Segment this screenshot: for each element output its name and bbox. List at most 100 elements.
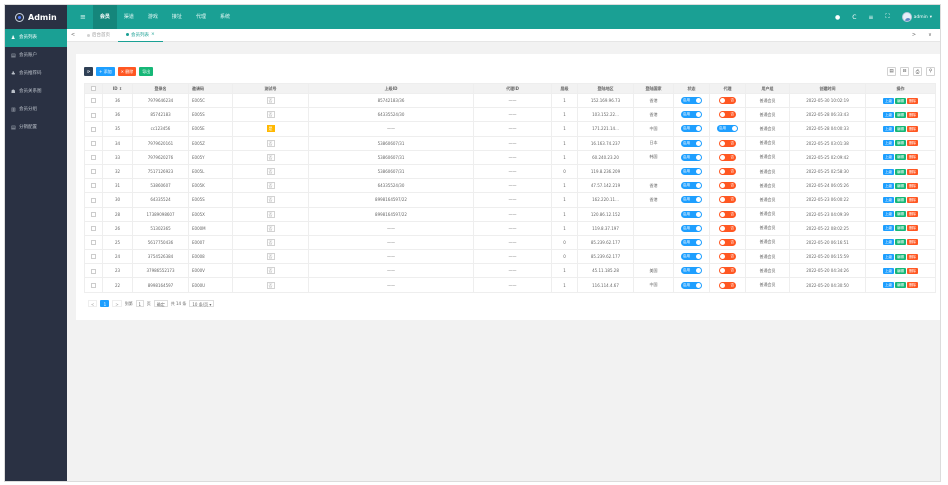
parent-button[interactable]: 上级 — [883, 97, 894, 104]
parent-button[interactable]: 上级 — [883, 168, 894, 175]
delete-button[interactable]: ✕ 删除 — [117, 67, 137, 76]
status-switch[interactable]: 启用 — [681, 139, 702, 147]
test-checkbox[interactable]: 否 — [266, 153, 275, 161]
cell-test[interactable]: 否 — [232, 249, 309, 265]
search-icon[interactable]: ⚲ — [926, 67, 935, 76]
edit-button[interactable]: 编辑 — [895, 253, 906, 260]
row-checkbox[interactable] — [84, 121, 103, 137]
sidebar-item-distribution[interactable]: ▤ 分销配置 — [5, 119, 67, 137]
print-icon[interactable]: ⎙ — [913, 67, 922, 76]
row-checkbox[interactable] — [84, 277, 103, 293]
row-checkbox[interactable] — [84, 107, 103, 123]
proxy-switch[interactable]: 否 — [719, 139, 736, 147]
cell-test[interactable]: 否 — [232, 149, 309, 165]
status-switch[interactable]: 启用 — [681, 267, 702, 275]
parent-button[interactable]: 上级 — [883, 239, 894, 246]
tabs-right-arrow-icon[interactable]: > — [908, 32, 920, 38]
tabs-left-arrow-icon[interactable]: < — [67, 32, 79, 38]
delete-row-button[interactable]: 删除 — [907, 125, 918, 132]
status-switch[interactable]: 启用 — [681, 153, 702, 161]
test-checkbox[interactable]: 否 — [266, 210, 275, 218]
cell-test[interactable]: 否 — [232, 163, 309, 180]
delete-row-button[interactable]: 删除 — [907, 253, 918, 260]
proxy-switch[interactable]: 否 — [719, 253, 736, 261]
edit-button[interactable]: 编辑 — [895, 182, 906, 189]
edit-button[interactable]: 编辑 — [895, 239, 906, 246]
row-checkbox[interactable] — [84, 192, 103, 208]
parent-button[interactable]: 上级 — [883, 282, 894, 289]
prev-page-button[interactable]: < — [88, 300, 98, 307]
proxy-switch[interactable]: 否 — [719, 168, 736, 176]
proxy-switch[interactable]: 否 — [719, 153, 736, 161]
select-all-checkbox[interactable] — [84, 83, 103, 94]
row-checkbox[interactable] — [84, 163, 103, 180]
sidebar-item-member-group[interactable]: ▥ 会员分组 — [5, 101, 67, 119]
page-size-select[interactable]: 10 条/页 ▾ — [189, 300, 215, 307]
delete-row-button[interactable]: 删除 — [907, 140, 918, 147]
test-checkbox[interactable]: 否 — [266, 281, 275, 289]
proxy-switch[interactable]: 否 — [719, 97, 736, 105]
delete-row-button[interactable]: 删除 — [907, 97, 918, 104]
proxy-switch[interactable]: 否 — [719, 111, 736, 119]
delete-row-button[interactable]: 删除 — [907, 154, 918, 161]
test-checkbox[interactable]: 否 — [266, 224, 275, 232]
status-switch[interactable]: 启用 — [681, 196, 702, 204]
parent-button[interactable]: 上级 — [883, 225, 894, 232]
list-icon[interactable]: ≡ — [868, 14, 873, 21]
tabs-menu-chevron-icon[interactable]: ∨ — [924, 32, 936, 38]
delete-row-button[interactable]: 删除 — [907, 239, 918, 246]
topnav-item-system[interactable]: 系统 — [213, 5, 237, 29]
proxy-switch[interactable]: 否 — [719, 196, 736, 204]
row-checkbox[interactable] — [84, 149, 103, 165]
tab-close-icon[interactable]: × — [151, 32, 155, 37]
cell-test[interactable]: 是 — [232, 121, 309, 137]
menu-toggle-icon[interactable]: ≡ — [73, 5, 93, 29]
edit-button[interactable]: 编辑 — [895, 125, 906, 132]
test-checkbox[interactable]: 否 — [266, 267, 275, 275]
export-button[interactable]: 导出 — [139, 67, 154, 76]
proxy-switch[interactable]: 否 — [719, 224, 736, 232]
goto-confirm-button[interactable]: 确定 — [153, 300, 168, 307]
parent-button[interactable]: 上级 — [883, 182, 894, 189]
tab-member-list[interactable]: 会员列表 × — [118, 29, 163, 42]
edit-button[interactable]: 编辑 — [895, 154, 906, 161]
edit-button[interactable]: 编辑 — [895, 196, 906, 203]
delete-row-button[interactable]: 删除 — [907, 282, 918, 289]
test-checkbox[interactable]: 否 — [266, 168, 275, 176]
parent-button[interactable]: 上级 — [883, 125, 894, 132]
topnav-item-agents[interactable]: 代理 — [189, 5, 213, 29]
status-switch[interactable]: 启用 — [681, 168, 702, 176]
test-checkbox[interactable]: 否 — [266, 111, 275, 119]
topnav-item-address[interactable]: 接址 — [165, 5, 189, 29]
topnav-item-members[interactable]: 会员 — [92, 5, 117, 29]
refresh-icon[interactable]: C — [852, 14, 856, 21]
edit-button[interactable]: 编辑 — [895, 168, 906, 175]
delete-row-button[interactable]: 删除 — [907, 225, 918, 232]
test-checkbox[interactable]: 否 — [266, 196, 275, 204]
proxy-switch[interactable]: 否 — [719, 238, 736, 246]
topnav-item-channels[interactable]: 渠道 — [117, 5, 141, 29]
cell-test[interactable]: 否 — [232, 135, 309, 151]
notification-icon[interactable]: ● — [835, 14, 840, 21]
goto-page-input[interactable]: 1 — [135, 300, 144, 307]
delete-row-button[interactable]: 删除 — [907, 168, 918, 175]
edit-button[interactable]: 编辑 — [895, 282, 906, 289]
sidebar-item-referral-code[interactable]: ♣ 会员推荐码 — [5, 65, 67, 83]
parent-button[interactable]: 上级 — [883, 196, 894, 203]
parent-button[interactable]: 上级 — [883, 267, 894, 274]
export-icon[interactable]: ⊟ — [900, 67, 909, 76]
status-switch[interactable]: 启用 — [681, 238, 702, 246]
tab-home[interactable]: 后台首页 — [79, 29, 118, 42]
test-checkbox[interactable]: 否 — [266, 97, 275, 105]
parent-button[interactable]: 上级 — [883, 253, 894, 260]
edit-button[interactable]: 编辑 — [895, 97, 906, 104]
proxy-switch[interactable]: 否 — [719, 182, 736, 190]
status-switch[interactable]: 启用 — [681, 224, 702, 232]
status-switch[interactable]: 启用 — [681, 253, 702, 261]
refresh-button[interactable]: ⟳ — [84, 67, 93, 76]
parent-button[interactable]: 上级 — [883, 111, 894, 118]
row-checkbox[interactable] — [84, 92, 103, 109]
col-id[interactable]: ID ⇕ — [102, 83, 133, 94]
cell-test[interactable]: 否 — [232, 220, 309, 236]
edit-button[interactable]: 编辑 — [895, 225, 906, 232]
